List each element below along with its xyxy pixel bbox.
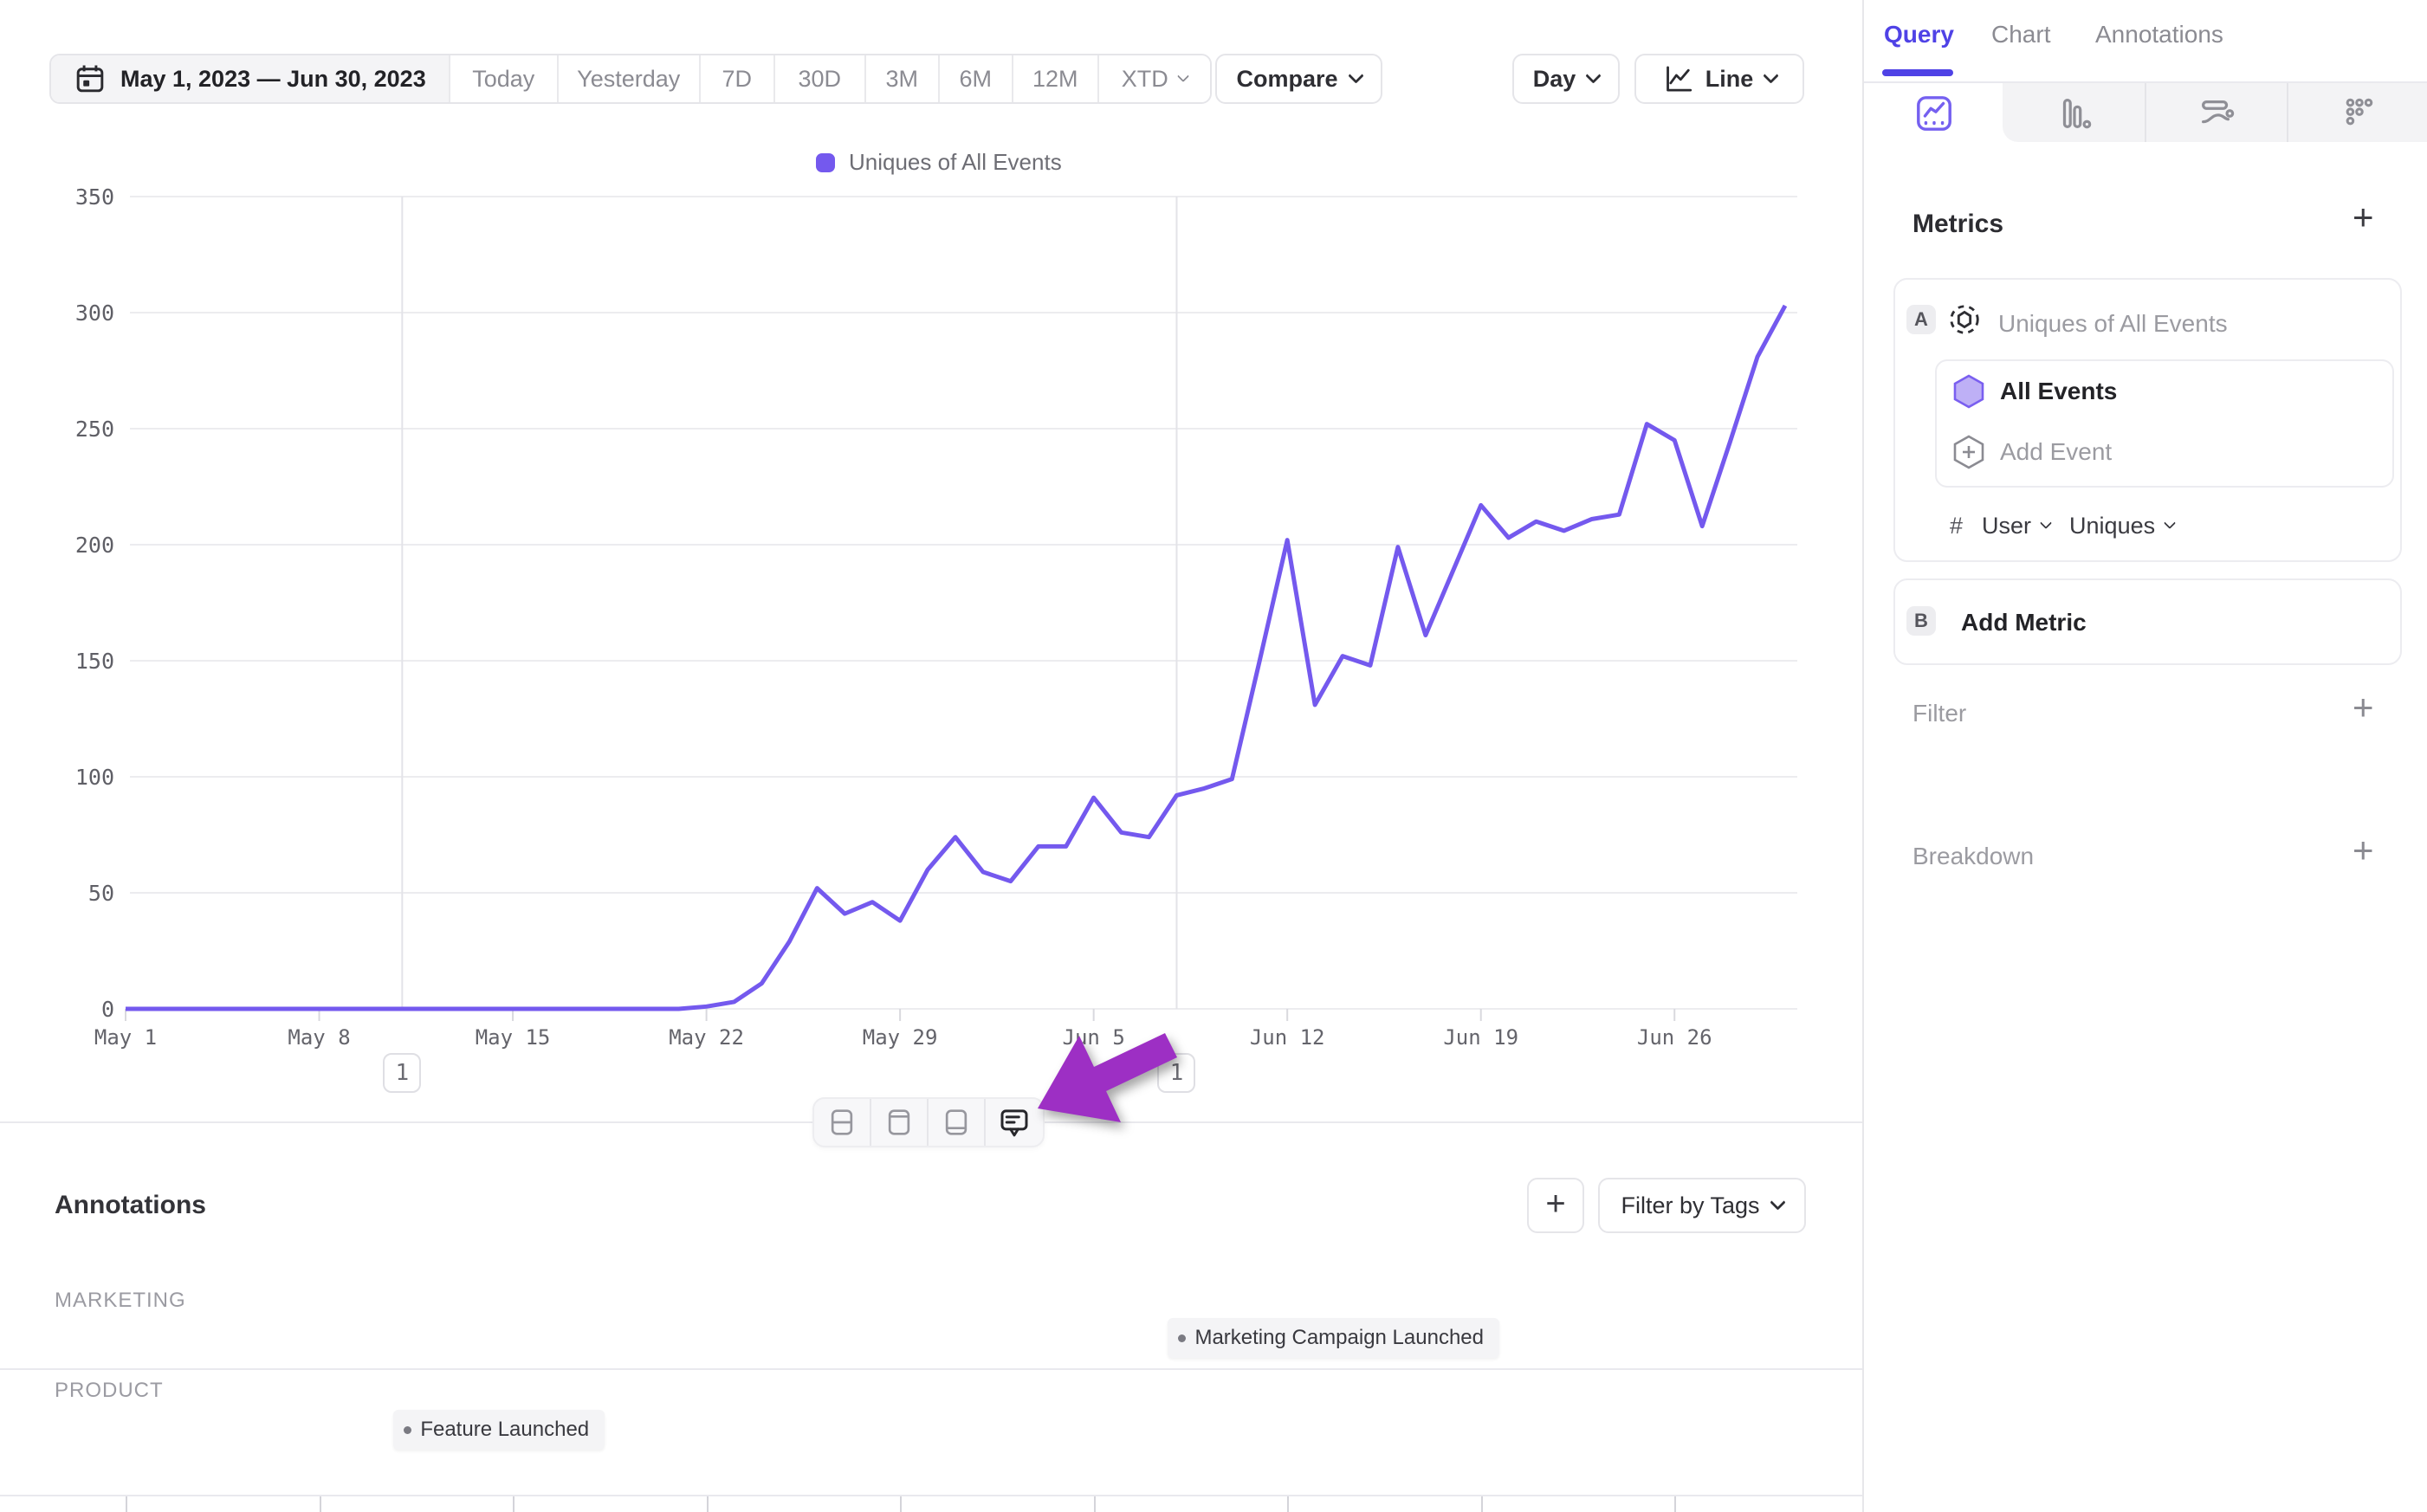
split-rows-icon [825,1105,859,1140]
x-axis-tick-label: May 22 [646,1025,767,1050]
x-axis-tick-label: Jun 19 [1421,1025,1542,1050]
ruler-tick [900,1496,902,1512]
hexagon-plus-icon [1953,435,1984,469]
layout-top-panel-button[interactable] [871,1099,929,1146]
active-tab-underline [1882,69,1953,76]
y-axis-tick-label: 200 [54,533,114,558]
y-axis-tick-label: 0 [54,997,114,1022]
annotation-chip[interactable]: Marketing Campaign Launched [1168,1318,1499,1358]
ruler-tick [126,1496,127,1512]
annotation-chip[interactable]: Feature Launched [393,1410,605,1450]
y-axis-tick-label: 100 [54,765,114,790]
view-tab-retention[interactable] [2197,94,2236,133]
y-axis-tick-label: 50 [54,881,114,906]
ruler-tick [707,1496,709,1512]
entity-dropdown[interactable]: User [1982,513,2050,540]
aggregation-row: # User Uniques [1950,513,2174,540]
x-axis-tick-label: May 1 [65,1025,186,1050]
line-chart[interactable] [0,0,1862,1160]
ruler-tick [1674,1496,1676,1512]
add-event-label: Add Event [2000,438,2112,466]
metric-b-badge: B [1906,606,1936,636]
tab-annotations[interactable]: Annotations [2095,21,2223,48]
annotations-panel-title: Annotations [55,1191,206,1220]
view-tab-insights[interactable] [1914,94,1954,133]
view-tab-separator [2145,83,2146,142]
add-event-row[interactable]: Add Event [1953,435,2112,469]
event-row-all-events[interactable]: All Events [1953,374,2117,409]
ruler-tick [320,1496,321,1512]
metric-a-badge: A [1906,305,1936,334]
x-axis-tick-label: May 15 [452,1025,573,1050]
annotation-marker-badge[interactable]: 1 [383,1053,421,1093]
top-panel-icon [882,1105,916,1140]
entity-label: User [1982,513,2031,540]
bar-chart-icon [2055,94,2094,133]
ruler-tick [1287,1496,1289,1512]
chevron-down-icon [2040,517,2052,529]
add-breakdown-plus-icon[interactable]: + [2353,832,2374,869]
annotation-chip-label: Marketing Campaign Launched [1194,1326,1484,1350]
breakdown-section-label: Breakdown [1912,843,2034,870]
timeline-ruler [0,1495,1862,1496]
filter-by-tags-label: Filter by Tags [1621,1192,1759,1219]
plus-icon: + [1545,1185,1565,1224]
hexagon-filled-icon [1953,374,1984,409]
annotation-dot-icon [1178,1334,1186,1342]
insights-line-icon [1914,94,1954,133]
count-prefix-icon: # [1950,513,1963,540]
add-filter-plus-icon[interactable]: + [2353,689,2374,726]
aggregation-dropdown[interactable]: Uniques [2069,513,2174,540]
tab-chart[interactable]: Chart [1991,21,2050,48]
view-tab-segmentation[interactable] [2339,94,2378,133]
chevron-down-icon [1770,1194,1785,1210]
metrics-header: Metrics [1912,210,2003,239]
y-axis-tick-label: 150 [54,649,114,674]
add-metric-plus-icon[interactable]: + [2353,199,2374,236]
query-sidebar: Query Chart Annotations [1862,0,2427,1512]
y-axis-tick-label: 250 [54,417,114,442]
retention-flow-icon [2197,94,2236,133]
tab-query[interactable]: Query [1884,21,1954,48]
view-tab-separator [2287,83,2288,142]
view-tab-bars[interactable] [2055,94,2094,133]
chevron-down-icon [2164,517,2176,529]
segmentation-dots-icon [2339,94,2378,133]
x-axis-tick-label: May 29 [839,1025,961,1050]
lane-label-product: PRODUCT [55,1379,164,1403]
layout-split-rows-button[interactable] [814,1099,871,1146]
metric-a-label[interactable]: Uniques of All Events [1998,310,2228,338]
lane-label-marketing: MARKETING [55,1289,186,1313]
metric-settings-icon[interactable] [1946,301,1983,338]
ruler-tick [513,1496,515,1512]
aggregation-label: Uniques [2069,513,2155,540]
main-area: May 1, 2023 — Jun 30, 2023 TodayYesterda… [0,0,1862,1512]
series-line-uniques-of-all-events[interactable] [126,306,1785,1009]
ruler-tick [1094,1496,1096,1512]
x-axis-tick-label: Jun 12 [1226,1025,1348,1050]
filter-by-tags-button[interactable]: Filter by Tags [1598,1178,1806,1233]
insights-report-page: May 1, 2023 — Jun 30, 2023 TodayYesterda… [0,0,2427,1512]
filter-section-label: Filter [1912,700,1966,727]
y-axis-tick-label: 350 [54,184,114,210]
bottom-panel-icon [939,1105,974,1140]
x-axis-tick-label: May 8 [259,1025,380,1050]
add-annotation-button[interactable]: + [1527,1178,1584,1233]
annotation-dot-icon [404,1426,411,1434]
add-metric-label: Add Metric [1961,609,2087,636]
pointer-arrow-overlay [996,996,1221,1169]
x-axis-tick-label: Jun 26 [1614,1025,1735,1050]
lane-divider [0,1368,1862,1370]
ruler-tick [1481,1496,1483,1512]
y-axis-tick-label: 300 [54,300,114,326]
annotation-chip-label: Feature Launched [420,1418,589,1442]
layout-bottom-panel-button[interactable] [929,1099,986,1146]
event-label: All Events [2000,378,2117,405]
